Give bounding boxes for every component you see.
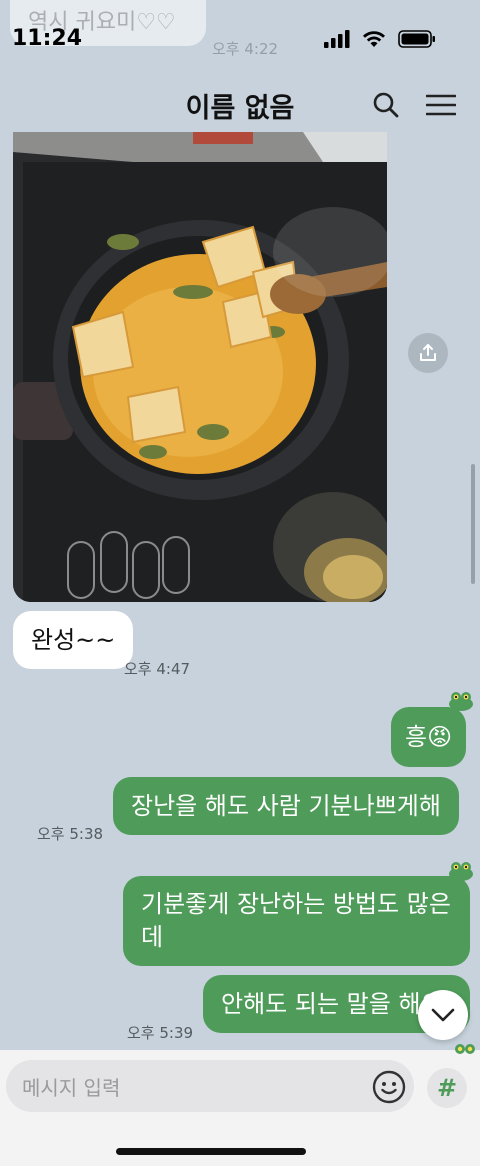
emoji-icon[interactable] (372, 1070, 406, 1104)
chevron-down-icon (431, 1008, 455, 1022)
stew-photo-image (13, 132, 387, 602)
incoming-message-bubble[interactable]: 완성~~ (13, 611, 134, 669)
signal-icon (324, 30, 350, 48)
message-text: 흥😡 (405, 722, 453, 751)
ghost-message-time: 오후 4:22 (212, 40, 279, 58)
scrollbar[interactable] (471, 464, 475, 584)
message-text-line: 데 (141, 923, 164, 951)
frog-sticker-icon (455, 1044, 475, 1054)
message-input[interactable] (22, 1074, 362, 1102)
menu-button[interactable] (422, 86, 460, 124)
search-icon (373, 92, 399, 118)
shared-photo[interactable] (13, 132, 387, 602)
status-time: 11:24 (12, 26, 83, 51)
share-button[interactable] (408, 333, 448, 373)
message-text: 완성~~ (31, 625, 116, 654)
search-button[interactable] (367, 86, 405, 124)
home-indicator (116, 1148, 306, 1155)
outgoing-message-bubble[interactable]: 장난을 해도 사람 기분나쁘게해 (113, 777, 459, 835)
message-time: 오후 4:47 (124, 660, 191, 678)
hashtag-button[interactable]: # (427, 1068, 467, 1108)
wifi-icon (363, 31, 385, 47)
status-icons (324, 30, 436, 48)
outgoing-message-bubble[interactable]: 기분좋게 장난하는 방법도 많은 데 (123, 876, 470, 966)
hashtag-label: # (436, 1074, 458, 1102)
chat-title: 이름 없음 (185, 93, 295, 124)
menu-icon (426, 94, 456, 116)
outgoing-message-bubble[interactable]: 흥😡 (391, 707, 467, 767)
message-text-line: 기분좋게 장난하는 방법도 많은 (141, 890, 451, 918)
message-text: 장난을 해도 사람 기분나쁘게해 (131, 791, 441, 820)
battery-icon (398, 30, 435, 48)
share-icon (420, 344, 436, 361)
message-time: 오후 5:38 (37, 825, 104, 843)
message-time: 오후 5:39 (127, 1024, 194, 1042)
message-text: 안해도 되는 말을 해요 (221, 989, 443, 1018)
scroll-to-bottom-button[interactable] (418, 990, 468, 1040)
